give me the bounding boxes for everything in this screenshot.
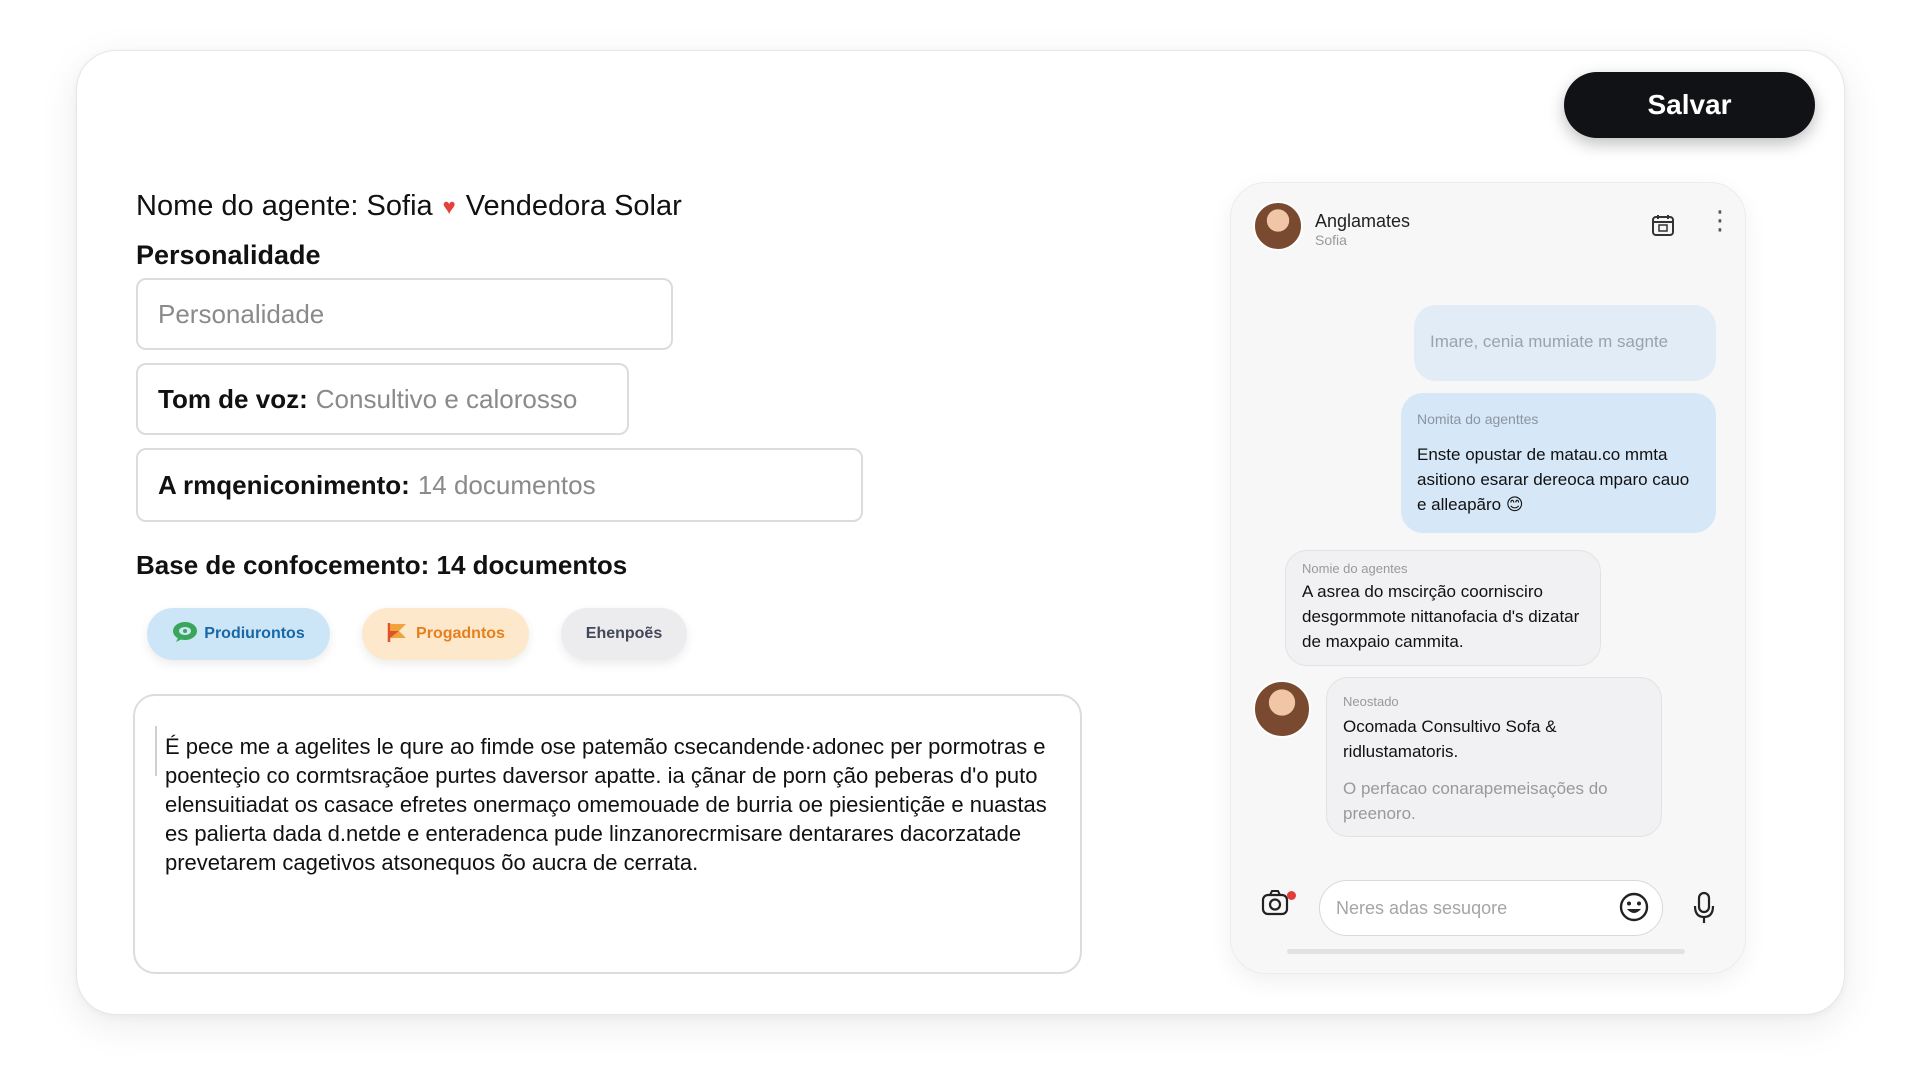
- message-header: Nomie do agentes: [1302, 561, 1408, 576]
- message-text: Ocomada Consultivo Sofa & ridlustamatori…: [1343, 717, 1557, 761]
- microphone-icon[interactable]: [1693, 891, 1715, 925]
- message-subtext: O perfacao conarapemeisações do preenoro…: [1343, 779, 1608, 823]
- agent-name-heading: Nome do agente: Sofia ♥ Vendedora Solar: [136, 190, 682, 223]
- chip-label: Progadntos: [416, 625, 505, 642]
- chat-preview: Anglamates Sofia ⋮ Imare, cenia mumiate …: [1230, 182, 1746, 974]
- more-options-icon[interactable]: ⋮: [1707, 207, 1733, 233]
- flag-icon: [386, 621, 410, 648]
- agent-role: Vendedora Solar: [465, 190, 682, 222]
- chat-bubble: Nomita do agenttes Enste opustar de mata…: [1401, 393, 1716, 533]
- message-text: Imare, cenia mumiate m sagnte: [1430, 332, 1669, 351]
- message-input-field[interactable]: [1319, 880, 1663, 936]
- personality-label: Personalidade: [136, 240, 321, 270]
- chat-subtitle: Sofia: [1315, 232, 1347, 248]
- heart-icon: ♥: [442, 193, 456, 219]
- description-text: É pece me a agelites le qure ao fimde os…: [165, 734, 1047, 875]
- calendar-icon[interactable]: [1651, 213, 1675, 243]
- chat-bubble: Nomie do agentes A asrea do mscirção coo…: [1285, 550, 1601, 666]
- notification-dot: [1287, 891, 1296, 900]
- chip-label: Prodiurontos: [204, 625, 305, 642]
- tone-value: Consultivo e calorosso: [315, 383, 578, 414]
- chat-title: Anglamates: [1315, 211, 1411, 231]
- text-cursor: [155, 726, 157, 776]
- chip-examples[interactable]: Ehenpoẽs: [561, 608, 687, 660]
- knowledge-key: A rmqeniconimento:: [158, 469, 410, 500]
- message-text: Enste opustar de matau.co mmta asitiono …: [1417, 445, 1690, 514]
- emoji-icon[interactable]: [1618, 891, 1650, 929]
- description-textarea[interactable]: É pece me a agelites le qure ao fimde os…: [133, 694, 1082, 974]
- avatar: [1253, 680, 1311, 738]
- agent-name-label: Nome do agente: Sofia: [136, 190, 433, 222]
- knowledge-field[interactable]: A rmqeniconimento: 14 documentos: [136, 448, 863, 522]
- chat-bubble: Imare, cenia mumiate m sagnte: [1414, 305, 1716, 381]
- message-input[interactable]: [1336, 897, 1586, 919]
- chip-products[interactable]: Prodiurontos: [147, 608, 330, 660]
- message-text: A asrea do mscirção coorniscirо desgormm…: [1302, 582, 1580, 651]
- personality-field[interactable]: [136, 278, 673, 350]
- message-header: Neostado: [1343, 694, 1399, 709]
- tone-key: Tom de voz:: [158, 383, 308, 414]
- save-button[interactable]: Salvar: [1564, 72, 1815, 138]
- home-indicator: [1287, 949, 1685, 954]
- tone-field[interactable]: Tom de voz: Consultivo e calorosso: [136, 363, 629, 435]
- personality-input[interactable]: [158, 298, 671, 330]
- message-header: Nomita do agenttes: [1417, 411, 1539, 427]
- chat-icon: [172, 621, 198, 648]
- knowledge-base-label: Base de confocemento: 14 documentos: [136, 550, 628, 580]
- avatar: [1253, 201, 1303, 251]
- chat-bubble: Neostado Ocomada Consultivo Sofa & ridlu…: [1326, 677, 1662, 837]
- knowledge-value: 14 documentos: [417, 469, 596, 500]
- chip-progress[interactable]: Progadntos: [362, 608, 529, 660]
- chip-label: Ehenpoẽs: [585, 625, 663, 642]
